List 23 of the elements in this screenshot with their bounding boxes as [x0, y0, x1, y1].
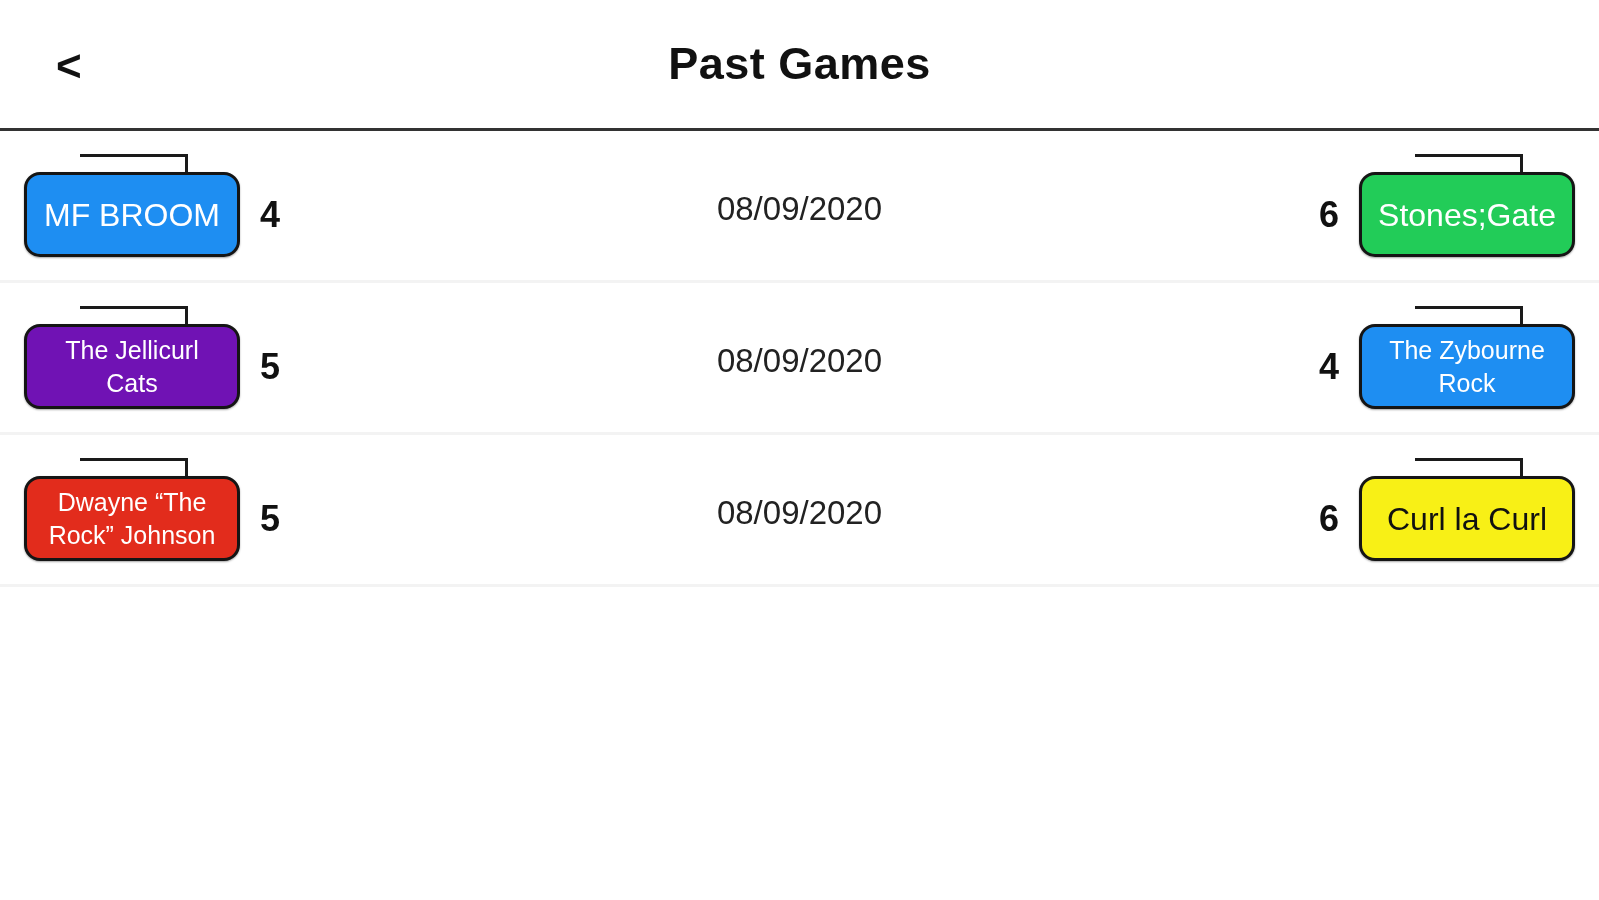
team-stone: MF BROOM: [24, 172, 240, 257]
game-date: 08/09/2020: [716, 492, 883, 533]
score: 4: [1318, 344, 1339, 389]
page-title: Past Games: [668, 37, 931, 91]
stone-handle-icon: [80, 154, 188, 172]
game-date: 08/09/2020: [716, 340, 883, 381]
stone-handle-icon: [80, 458, 188, 476]
game-date: 08/09/2020: [716, 188, 883, 229]
stone-handle-icon: [1415, 458, 1523, 476]
score: 5: [260, 344, 281, 389]
team-stone: The Jellicurl Cats: [24, 324, 240, 409]
team-stone: The Zybourne Rock: [1359, 324, 1575, 409]
score: 6: [1318, 192, 1339, 237]
back-button[interactable]: <: [52, 38, 86, 94]
team-stone: Stones;Gate: [1359, 172, 1575, 257]
team-stone: Curl la Curl: [1359, 476, 1575, 561]
score: 4: [260, 192, 281, 237]
stone-handle-icon: [1415, 154, 1523, 172]
score: 5: [260, 496, 281, 541]
team-stone: Dwayne “The Rock” Johnson: [24, 476, 240, 561]
stone-handle-icon: [80, 306, 188, 324]
score: 6: [1318, 496, 1339, 541]
stone-handle-icon: [1415, 306, 1523, 324]
